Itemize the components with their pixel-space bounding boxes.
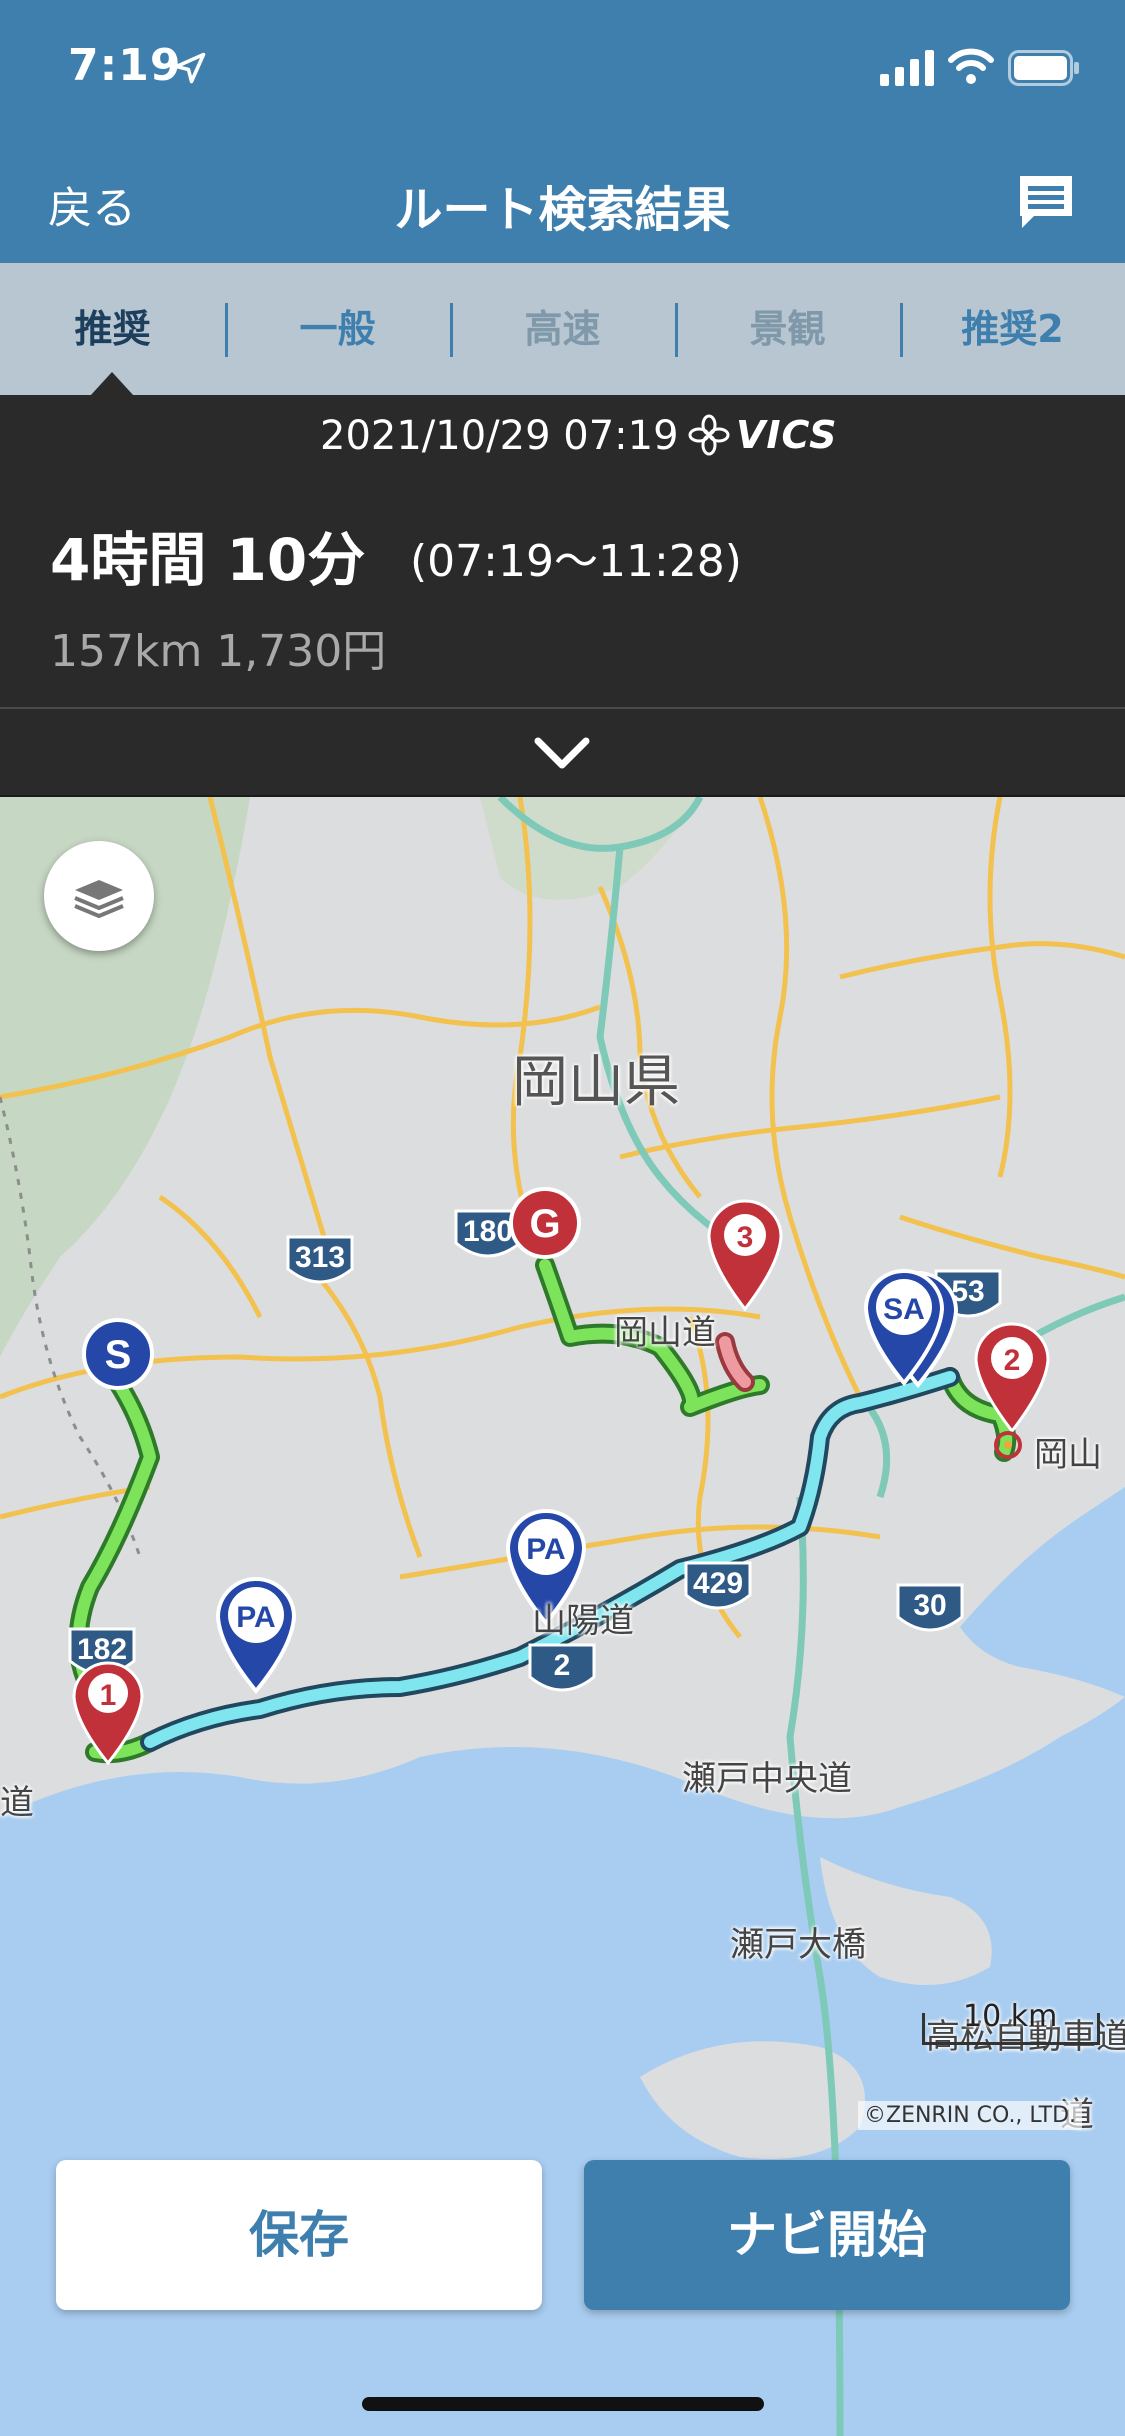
expressway-label: 山陽道 xyxy=(532,1601,634,1641)
start-marker: S xyxy=(82,1318,154,1390)
active-tab-pointer xyxy=(90,372,134,396)
svg-text:429: 429 xyxy=(693,1567,743,1600)
navigation-bar: 戻る ルート検索結果 xyxy=(0,140,1125,263)
svg-text:313: 313 xyxy=(295,1241,345,1274)
route-type-tabs: 推奨 一般 高速 景観 推奨2 xyxy=(0,263,1125,395)
bridge-label: 瀬戸大橋 xyxy=(730,1925,866,1965)
goal-marker: G xyxy=(509,1187,581,1259)
home-indicator[interactable] xyxy=(362,2397,764,2411)
svg-text:G: G xyxy=(529,1202,560,1246)
distance-and-toll: 157km 1,730円 xyxy=(50,626,387,677)
cellular-signal-icon xyxy=(880,50,934,86)
tab-scenic[interactable]: 景観 xyxy=(675,263,900,395)
svg-text:30: 30 xyxy=(913,1589,946,1622)
tab-recommended-2[interactable]: 推奨2 xyxy=(900,263,1125,395)
sea-area xyxy=(0,1697,1125,2436)
route-summary-panel: 2021/10/29 07:19 VICS 4時間 10分 (07:19～11:… xyxy=(0,395,1125,707)
tab-general[interactable]: 一般 xyxy=(225,263,450,395)
page-title: ルート検索結果 xyxy=(394,182,731,238)
svg-text:S: S xyxy=(105,1333,132,1377)
travel-duration: 4時間 10分 xyxy=(50,526,366,594)
app-header: 7:19 戻る ルート検索結果 xyxy=(0,0,1125,263)
save-button[interactable]: 保存 xyxy=(56,2160,542,2310)
svg-text:3: 3 xyxy=(737,1221,754,1254)
vics-label: VICS xyxy=(736,413,838,457)
chevron-down-icon xyxy=(534,737,590,769)
start-navigation-button[interactable]: ナビ開始 xyxy=(584,2160,1070,2310)
svg-text:2: 2 xyxy=(554,1649,571,1682)
expand-details-button[interactable] xyxy=(0,707,1125,797)
wifi-icon xyxy=(948,48,994,84)
map-scale-bar: 10 km xyxy=(922,1999,1100,2045)
message-icon[interactable] xyxy=(1014,170,1078,234)
status-time: 7:19 xyxy=(68,40,182,91)
prefecture-label: 岡山県 xyxy=(512,1050,680,1115)
svg-text:SA: SA xyxy=(883,1293,925,1326)
expressway-label: 瀬戸中央道 xyxy=(682,1759,852,1799)
city-label: 岡山 xyxy=(1034,1435,1102,1475)
road-label: 道 xyxy=(0,1783,34,1823)
tab-highway[interactable]: 高速 xyxy=(450,263,675,395)
time-span: (07:19～11:28) xyxy=(410,536,742,587)
svg-text:2: 2 xyxy=(1004,1344,1021,1377)
svg-text:PA: PA xyxy=(526,1533,565,1566)
layers-icon xyxy=(74,880,124,918)
vics-flower-icon xyxy=(688,414,730,456)
svg-text:PA: PA xyxy=(236,1601,275,1634)
route-map[interactable]: 313 180 53 182 429 2 30 S G 1 2 3 PA PA … xyxy=(0,797,1125,2436)
map-layers-button[interactable] xyxy=(44,841,154,951)
expressway-label: 岡山道 xyxy=(614,1313,716,1353)
search-datetime: 2021/10/29 07:19 xyxy=(320,413,679,459)
svg-text:182: 182 xyxy=(77,1633,127,1666)
location-arrow-icon xyxy=(174,52,206,84)
svg-text:180: 180 xyxy=(463,1215,513,1248)
status-bar: 7:19 xyxy=(0,0,1125,140)
vics-logo: VICS xyxy=(688,411,837,459)
battery-icon xyxy=(1008,50,1079,86)
scale-label: 10 km xyxy=(963,1999,1058,2034)
map-copyright: ©ZENRIN CO., LTD. xyxy=(858,2101,1083,2130)
svg-text:1: 1 xyxy=(100,1679,117,1712)
